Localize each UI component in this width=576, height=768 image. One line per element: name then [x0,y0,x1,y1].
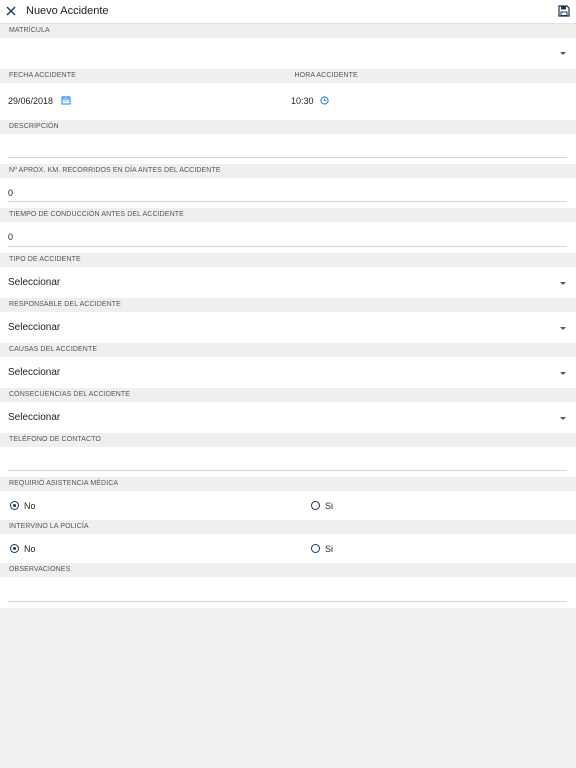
tipo-select[interactable]: Seleccionar [0,267,576,298]
hora-field[interactable]: 10:30 [288,83,576,120]
telefono-field[interactable] [0,447,576,477]
responsable-select[interactable]: Seleccionar [0,312,576,343]
tiempo-field[interactable]: 0 [0,222,576,253]
policia-option-si[interactable]: Si [288,534,576,563]
chevron-down-icon [560,417,566,420]
fecha-value: 29/06/2018 [8,96,54,106]
km-label: Nº APROX. KM. RECORRIDOS EN DÍA ANTES DE… [0,164,576,178]
observaciones-label: OBSERVACIONES [0,563,576,577]
matricula-select[interactable] [0,38,576,69]
descripcion-label: DESCRIPCIÓN [0,120,576,134]
responsable-label: RESPONSABLE DEL ACCIDENTE [0,298,576,312]
asistencia-no-label: No [24,501,36,511]
km-value: 0 [8,188,14,198]
policia-no-label: No [24,544,36,554]
responsable-value: Seleccionar [8,322,61,333]
causas-select[interactable]: Seleccionar [0,357,576,388]
tipo-label: TIPO DE ACCIDENTE [0,253,576,267]
consecuencias-value: Seleccionar [8,412,61,423]
asistencia-radio-group: No Si [0,491,576,520]
policia-si-label: Si [325,544,334,554]
radio-no-selected[interactable] [10,501,19,510]
chevron-down-icon [560,52,566,55]
tiempo-value: 0 [8,232,14,242]
radio-no-selected[interactable] [10,544,19,553]
asistencia-option-si[interactable]: Si [288,491,576,520]
asistencia-si-label: Si [325,501,334,511]
radio-si[interactable] [311,544,320,553]
tipo-value: Seleccionar [8,277,61,288]
causas-value: Seleccionar [8,367,61,378]
chevron-down-icon [560,327,566,330]
chevron-down-icon [560,282,566,285]
policia-label: INTERVINO LA POLICÍA [0,520,576,534]
policia-option-no[interactable]: No [0,534,288,563]
fecha-hora-row: 29/06/2018 10:30 [0,83,576,120]
accident-form: MATRÍCULA FECHA ACCIDENTE HORA ACCIDENTE… [0,24,576,608]
app-header: Nuevo Accidente [0,0,576,24]
page-title: Nuevo Accidente [26,5,109,17]
matricula-label: MATRÍCULA [0,24,576,38]
km-field[interactable]: 0 [0,178,576,208]
close-icon[interactable] [4,4,18,18]
telefono-label: TELÉFONO DE CONTACTO [0,433,576,447]
consecuencias-label: CONSECUENCIAS DEL ACCIDENTE [0,388,576,402]
asistencia-label: REQUIRIÓ ASISTENCIA MÉDICA [0,477,576,491]
fecha-label: FECHA ACCIDENTE [9,72,76,79]
causas-label: CAUSAS DEL ACCIDENTE [0,343,576,357]
save-icon[interactable] [558,5,570,17]
hora-label: HORA ACCIDENTE [294,72,358,79]
fecha-hora-labels: FECHA ACCIDENTE HORA ACCIDENTE [0,69,576,83]
clock-icon[interactable] [320,96,329,105]
observaciones-field[interactable] [0,577,576,608]
calendar-icon[interactable] [61,95,71,105]
policia-radio-group: No Si [0,534,576,563]
asistencia-option-no[interactable]: No [0,491,288,520]
tiempo-label: TIEMPO DE CONDUCCIÓN ANTES DEL ACCIDENTE [0,208,576,222]
descripcion-field[interactable] [0,134,576,164]
chevron-down-icon [560,372,566,375]
radio-si[interactable] [311,501,320,510]
fecha-field[interactable]: 29/06/2018 [0,83,288,120]
consecuencias-select[interactable]: Seleccionar [0,402,576,433]
hora-value: 10:30 [291,96,314,106]
